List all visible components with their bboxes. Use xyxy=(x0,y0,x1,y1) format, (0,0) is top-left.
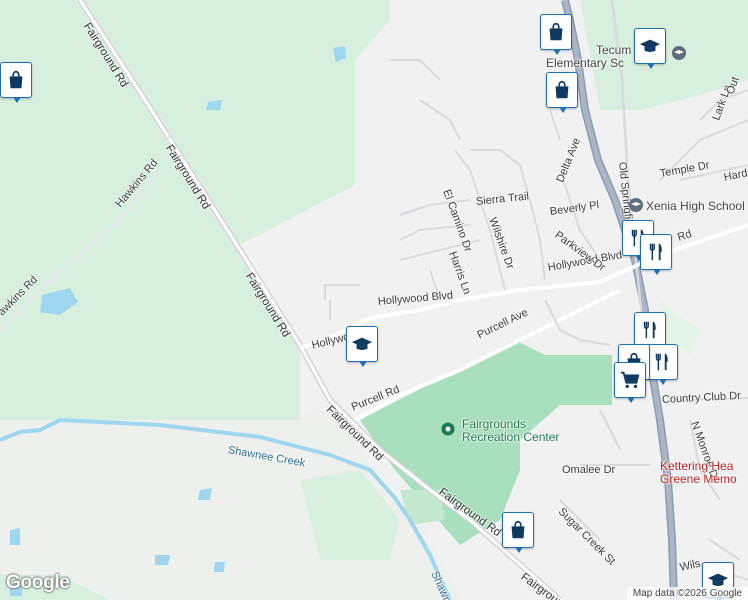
place-kettering[interactable]: Kettering Hea Greene Memo xyxy=(660,460,737,486)
shopping-marker-2[interactable] xyxy=(540,14,572,55)
school-pin-icon[interactable] xyxy=(628,197,644,213)
fork-knife-icon xyxy=(649,243,662,261)
shopping-marker-5[interactable] xyxy=(502,512,534,553)
school-pin-icon-2[interactable] xyxy=(671,45,687,61)
fork-knife-icon xyxy=(643,321,656,339)
map-canvas[interactable]: Fairground Rd Fairground Rd Fairground R… xyxy=(0,0,748,600)
google-logo: Google xyxy=(6,572,70,593)
restaurant-marker-2[interactable] xyxy=(640,234,672,275)
shopping-bag-icon xyxy=(511,520,525,539)
fork-knife-icon xyxy=(655,353,668,371)
graduation-cap-icon xyxy=(639,39,661,52)
place-fairgrounds[interactable]: Fairgrounds Recreation Center xyxy=(462,418,559,444)
place-tecum-line2: Elementary Sc xyxy=(546,56,625,70)
school-marker-2[interactable] xyxy=(346,326,378,367)
restaurant-marker-4[interactable] xyxy=(646,344,678,385)
recreation-pin-icon[interactable] xyxy=(440,422,456,438)
place-fairgrounds-line2: Recreation Center xyxy=(462,430,560,444)
map-base-layer xyxy=(0,0,748,600)
shopping-marker-3[interactable] xyxy=(546,72,578,113)
place-tecum-elementary[interactable]: Tecum Elementary Sc xyxy=(546,44,631,70)
shopping-bag-icon xyxy=(555,80,569,99)
shopping-bag-icon xyxy=(549,22,563,41)
place-xenia-high[interactable]: Xenia High School xyxy=(646,200,745,213)
shopping-bag-icon xyxy=(9,70,23,89)
school-marker-1[interactable] xyxy=(634,28,666,69)
shopping-cart-icon xyxy=(620,371,640,389)
place-kettering-line2: Greene Memo xyxy=(660,472,737,486)
shopping-marker-1[interactable] xyxy=(0,62,32,103)
graduation-cap-icon xyxy=(351,337,373,350)
map-attribution[interactable]: Map data ©2026 Google xyxy=(626,587,748,600)
road-label-omalee: Omalee Dr xyxy=(562,464,616,476)
cart-marker-1[interactable] xyxy=(614,362,646,403)
restaurant-marker-3[interactable] xyxy=(634,312,666,353)
